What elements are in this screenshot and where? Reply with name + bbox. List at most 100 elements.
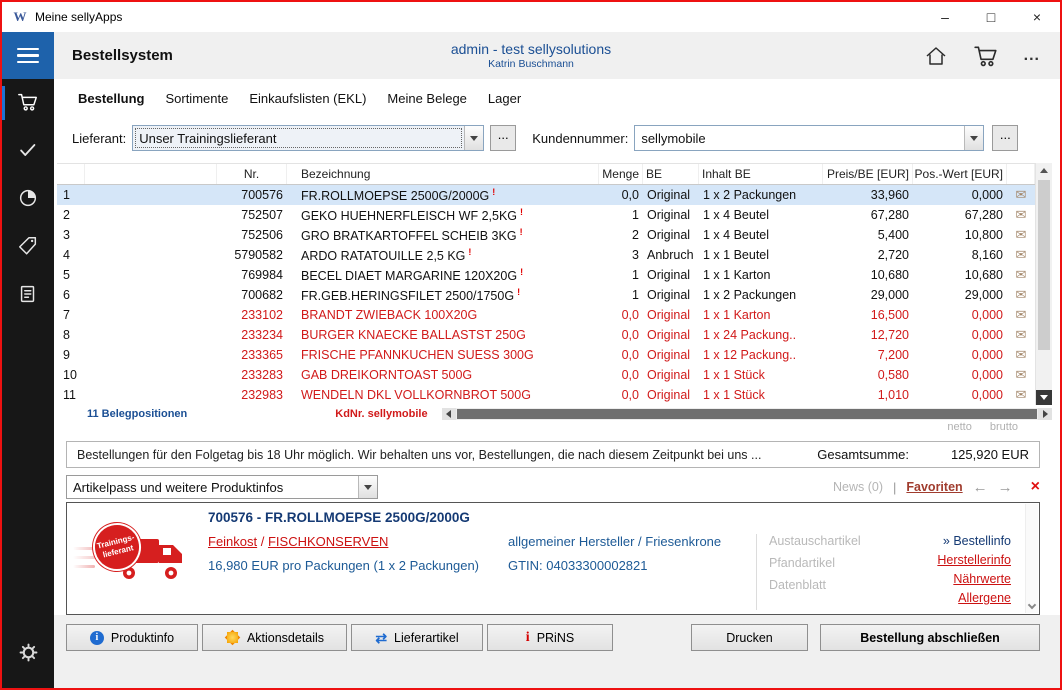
sidebar-item-statistik[interactable]	[2, 175, 54, 223]
mail-icon[interactable]: ✉	[1016, 268, 1027, 282]
settings-button[interactable]	[2, 630, 54, 678]
chevron-down-icon[interactable]	[464, 126, 483, 150]
home-button[interactable]	[924, 44, 948, 68]
quantity-cell[interactable]: 1	[599, 208, 643, 222]
drucken-button[interactable]: Drucken	[691, 624, 808, 651]
productinfo-select[interactable]: Artikelpass und weitere Produktinfos	[66, 475, 378, 499]
detail-link[interactable]: » Bestellinfo	[884, 534, 1011, 548]
table-row[interactable]: 45790582ARDO RATATOUILLE 2,5 KG!3Anbruch…	[57, 245, 1035, 265]
scrollbar-thumb[interactable]	[1038, 180, 1050, 350]
category-link[interactable]: Feinkost	[208, 534, 257, 549]
product-panel: Trainings- lieferant 700576 - FR.ROLLMOE…	[66, 502, 1040, 615]
table-row[interactable]: 6700682FR.GEB.HERINGSFILET 2500/1750G!1O…	[57, 285, 1035, 305]
quantity-cell[interactable]: 0,0	[599, 188, 643, 202]
favoriten-link[interactable]: Favoriten	[906, 480, 962, 494]
mail-icon[interactable]: ✉	[1016, 288, 1027, 302]
detail-link[interactable]: Allergene	[884, 591, 1011, 605]
scroll-down-button[interactable]	[1036, 390, 1052, 405]
table-row[interactable]: 7233102BRANDT ZWIEBACK 100X20G0,0Origina…	[57, 305, 1035, 325]
price-cell: 67,280	[823, 208, 913, 222]
column-header-nr[interactable]: Nr.	[217, 164, 287, 184]
sidebar-item-kataloge[interactable]	[2, 271, 54, 319]
column-header-inhalt[interactable]: Inhalt BE	[699, 164, 823, 184]
mail-icon[interactable]: ✉	[1016, 368, 1027, 382]
mail-icon[interactable]: ✉	[1016, 328, 1027, 342]
scroll-left-button[interactable]	[442, 408, 456, 420]
quantity-cell[interactable]: 1	[599, 268, 643, 282]
quantity-cell[interactable]: 0,0	[599, 348, 643, 362]
next-arrow-icon[interactable]: →	[998, 480, 1013, 495]
quantity-cell[interactable]: 0,0	[599, 328, 643, 342]
info-icon: i	[90, 631, 104, 645]
tab-sortimente[interactable]: Sortimente	[165, 87, 228, 110]
mail-icon[interactable]: ✉	[1016, 228, 1027, 242]
produktinfo-button[interactable]: i Produktinfo	[66, 624, 198, 651]
tab-lager[interactable]: Lager	[488, 87, 521, 110]
vertical-scrollbar[interactable]	[1035, 163, 1052, 405]
subcategory-link[interactable]: FISCHKONSERVEN	[268, 534, 388, 549]
quantity-cell[interactable]: 2	[599, 228, 643, 242]
scroll-up-button[interactable]	[1036, 163, 1052, 178]
news-link[interactable]: News (0)	[833, 480, 883, 494]
lieferartikel-button[interactable]: ⇄ Lieferartikel	[351, 624, 483, 651]
mail-icon[interactable]: ✉	[1016, 348, 1027, 362]
scroll-right-button[interactable]	[1038, 408, 1052, 420]
prev-arrow-icon[interactable]: ←	[973, 480, 988, 495]
scrollbar-track[interactable]	[1036, 178, 1052, 390]
column-header-bezeichnung[interactable]: Bezeichnung	[287, 164, 599, 184]
horizontal-scrollbar[interactable]	[442, 408, 1052, 420]
tab-meine-belege[interactable]: Meine Belege	[387, 87, 467, 110]
maximize-button[interactable]: □	[968, 2, 1014, 32]
scrollbar-thumb[interactable]	[457, 409, 1037, 419]
quantity-cell[interactable]: 3	[599, 248, 643, 262]
column-header-menge[interactable]: Menge	[599, 164, 643, 184]
table-row[interactable]: 9233365FRISCHE PFANNKUCHEN SUESS 300G0,0…	[57, 345, 1035, 365]
more-menu-button[interactable]: ...	[1024, 53, 1040, 59]
close-button[interactable]: ×	[1014, 2, 1060, 32]
mail-icon[interactable]: ✉	[1016, 248, 1027, 262]
cart-button[interactable]	[972, 43, 1000, 69]
aktionsdetails-button[interactable]: Aktionsdetails	[202, 624, 347, 651]
kundennummer-select[interactable]: sellymobile	[634, 125, 984, 151]
table-row[interactable]: 11232983WENDELN DKL VOLLKORNBROT 500G0,0…	[57, 385, 1035, 405]
kundennummer-browse-button[interactable]: ...	[992, 125, 1018, 151]
mail-icon[interactable]: ✉	[1016, 388, 1027, 402]
table-row[interactable]: 3752506GRO BRATKARTOFFEL SCHEIB 3KG!2Ori…	[57, 225, 1035, 245]
lieferant-value: Unser Trainingslieferant	[133, 126, 464, 150]
column-header-preis[interactable]: Preis/BE [EUR]	[823, 164, 913, 184]
sidebar-item-bestaetigungen[interactable]	[2, 127, 54, 175]
sidebar-item-bestellsystem[interactable]	[2, 79, 54, 127]
column-header-be[interactable]: BE	[643, 164, 699, 184]
mail-icon[interactable]: ✉	[1016, 308, 1027, 322]
menu-button[interactable]	[2, 32, 54, 79]
lieferant-select[interactable]: Unser Trainingslieferant	[132, 125, 484, 151]
detail-link[interactable]: Nährwerte	[884, 572, 1011, 586]
table-row[interactable]: 8233234BURGER KNAECKE BALLASTST 250G0,0O…	[57, 325, 1035, 345]
quantity-cell[interactable]: 0,0	[599, 308, 643, 322]
tab-einkaufslisten[interactable]: Einkaufslisten (EKL)	[249, 87, 366, 110]
table-row[interactable]: 5769984BECEL DIAET MARGARINE 120X20G!1Or…	[57, 265, 1035, 285]
chevron-down-icon[interactable]	[358, 476, 377, 498]
panel-scrollbar[interactable]	[1025, 504, 1038, 613]
unit-cell: Original	[643, 348, 699, 362]
chevron-down-icon[interactable]	[1028, 601, 1036, 609]
lieferant-browse-button[interactable]: ...	[490, 125, 516, 151]
mail-icon[interactable]: ✉	[1016, 208, 1027, 222]
detail-link[interactable]: Herstellerinfo	[884, 553, 1011, 567]
tab-bestellung[interactable]: Bestellung	[78, 87, 144, 110]
column-header-wert[interactable]: Pos.-Wert [EUR]	[913, 164, 1007, 184]
minimize-button[interactable]: –	[922, 2, 968, 32]
table-row[interactable]: 2752507GEKO HUEHNERFLEISCH WF 2,5KG!1Ori…	[57, 205, 1035, 225]
prins-button[interactable]: i PRiNS	[487, 624, 613, 651]
price-cell: 12,720	[823, 328, 913, 342]
quantity-cell[interactable]: 1	[599, 288, 643, 302]
table-row[interactable]: 1700576FR.ROLLMOEPSE 2500G/2000G!0,0Orig…	[57, 185, 1035, 205]
quantity-cell[interactable]: 0,0	[599, 368, 643, 382]
table-row[interactable]: 10233283GAB DREIKORNTOAST 500G0,0Origina…	[57, 365, 1035, 385]
mail-icon[interactable]: ✉	[1016, 188, 1027, 202]
close-panel-icon[interactable]: ×	[1031, 479, 1040, 495]
bestellung-abschliessen-button[interactable]: Bestellung abschließen	[820, 624, 1040, 651]
chevron-down-icon[interactable]	[964, 126, 983, 150]
quantity-cell[interactable]: 0,0	[599, 388, 643, 402]
sidebar-item-angebote[interactable]	[2, 223, 54, 271]
